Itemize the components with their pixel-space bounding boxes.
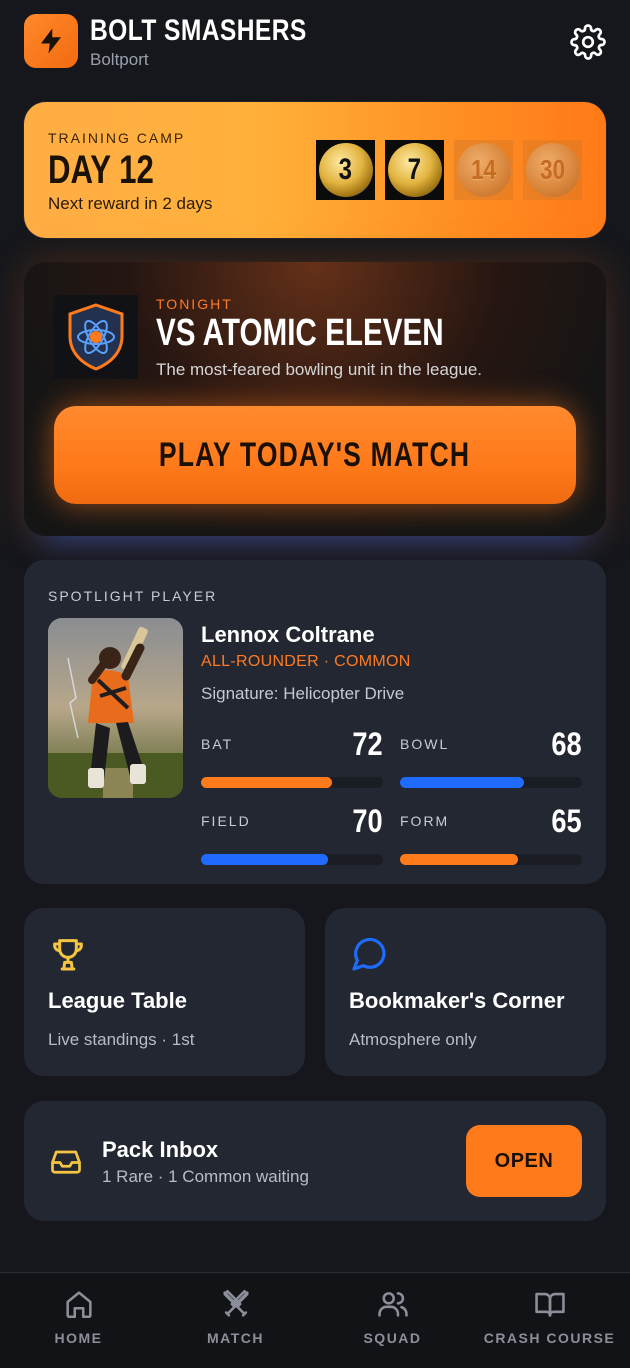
player-signature: Signature: Helicopter Drive — [201, 684, 405, 703]
coin-icon: 30 — [525, 143, 580, 197]
stat-value: 68 — [551, 726, 582, 762]
league-table-subtitle: Live standings · 1st — [48, 1030, 195, 1049]
team-name: BOLT SMASHERS — [90, 14, 307, 47]
chat-icon — [352, 937, 386, 971]
batsman-illustration — [48, 618, 183, 798]
training-camp-card[interactable]: TRAINING CAMP DAY 12 Next reward in 2 da… — [24, 102, 606, 238]
play-match-button[interactable]: PLAY TODAY'S MATCH — [54, 406, 576, 504]
player-portrait — [48, 618, 183, 798]
milestone-badge-7[interactable]: 7 — [385, 140, 444, 200]
crossed-bats-icon — [222, 1289, 249, 1317]
stat-fill — [201, 777, 333, 788]
bookmaker-subtitle: Atmosphere only — [349, 1030, 477, 1049]
users-icon — [377, 1292, 408, 1317]
stat-label: FIELD — [201, 813, 251, 829]
bottom-nav: HOME MATCH SQUAD CRASH COURSE — [0, 1272, 630, 1368]
gear-icon[interactable] — [570, 24, 606, 60]
stat-label: BAT — [201, 736, 234, 752]
inbox-icon — [51, 1150, 81, 1174]
home-icon — [65, 1291, 92, 1319]
stat-value: 72 — [352, 726, 383, 762]
nav-item-home[interactable]: HOME — [0, 1273, 157, 1368]
stat-track — [400, 854, 582, 865]
player-name: Lennox Coltrane — [201, 622, 375, 647]
coin-icon: 14 — [456, 143, 511, 197]
camp-label: TRAINING CAMP — [48, 130, 186, 146]
match-when: TONIGHT — [156, 296, 233, 312]
stat-value: 70 — [352, 803, 383, 839]
stat-value: 65 — [551, 803, 582, 839]
nav-item-squad[interactable]: SQUAD — [314, 1273, 471, 1368]
stat-track — [201, 854, 383, 865]
league-table-title: League Table — [48, 988, 187, 1013]
bookmaker-title: Bookmaker's Corner — [349, 988, 565, 1013]
coin-icon: 7 — [387, 143, 442, 197]
nav-label: HOME — [54, 1330, 103, 1346]
trophy-icon — [53, 939, 83, 971]
pack-inbox-subtitle: 1 Rare · 1 Common waiting — [102, 1167, 309, 1186]
stat-fill — [400, 854, 519, 865]
pack-inbox-card: Pack Inbox 1 Rare · 1 Common waiting OPE… — [24, 1101, 606, 1221]
league-table-tile[interactable]: League Table Live standings · 1st — [24, 908, 305, 1076]
stat-fill — [400, 777, 524, 788]
opponent-description: The most-feared bowling unit in the leag… — [156, 360, 483, 379]
next-reward-text: Next reward in 2 days — [48, 194, 213, 213]
camp-day: DAY 12 — [48, 148, 154, 192]
atom-shield-icon — [68, 303, 124, 371]
lightning-icon — [41, 28, 61, 54]
nav-item-match[interactable]: MATCH — [157, 1273, 314, 1368]
opponent-crest — [54, 295, 138, 379]
pack-inbox-title: Pack Inbox — [102, 1137, 219, 1162]
stat-track — [201, 777, 383, 788]
nav-label: CRASH COURSE — [483, 1330, 616, 1346]
milestone-badge-3[interactable]: 3 — [316, 140, 375, 200]
opponent-name: VS ATOMIC ELEVEN — [156, 312, 444, 354]
play-match-label: PLAY TODAY'S MATCH — [159, 435, 471, 474]
nav-label: MATCH — [206, 1330, 264, 1346]
bookmaker-tile[interactable]: Bookmaker's Corner Atmosphere only — [325, 908, 606, 1076]
app-header: BOLT SMASHERS Boltport — [24, 14, 606, 72]
stat-label: BOWL — [400, 736, 450, 752]
nav-label: SQUAD — [363, 1330, 422, 1346]
stat-fill — [201, 854, 329, 865]
team-city: Boltport — [90, 50, 149, 69]
open-pack-label: OPEN — [494, 1149, 554, 1172]
stat-track — [400, 777, 582, 788]
nav-item-crash-course[interactable]: CRASH COURSE — [471, 1273, 628, 1368]
book-icon — [534, 1292, 565, 1317]
spotlight-label: SPOTLIGHT PLAYER — [48, 588, 218, 604]
open-pack-button[interactable]: OPEN — [466, 1125, 582, 1197]
milestone-badges: 3 7 14 30 — [316, 140, 582, 200]
milestone-badge-30[interactable]: 30 — [523, 140, 582, 200]
spotlight-card[interactable]: SPOTLIGHT PLAYER Lennox Coltrane ALL-ROU… — [24, 560, 606, 884]
stat-label: FORM — [400, 813, 450, 829]
match-card: TONIGHT VS ATOMIC ELEVEN The most-feared… — [24, 262, 606, 536]
player-role: ALL-ROUNDER · COMMON — [201, 653, 411, 670]
coin-icon: 3 — [318, 143, 373, 197]
milestone-badge-14[interactable]: 14 — [454, 140, 513, 200]
team-logo — [24, 14, 78, 68]
